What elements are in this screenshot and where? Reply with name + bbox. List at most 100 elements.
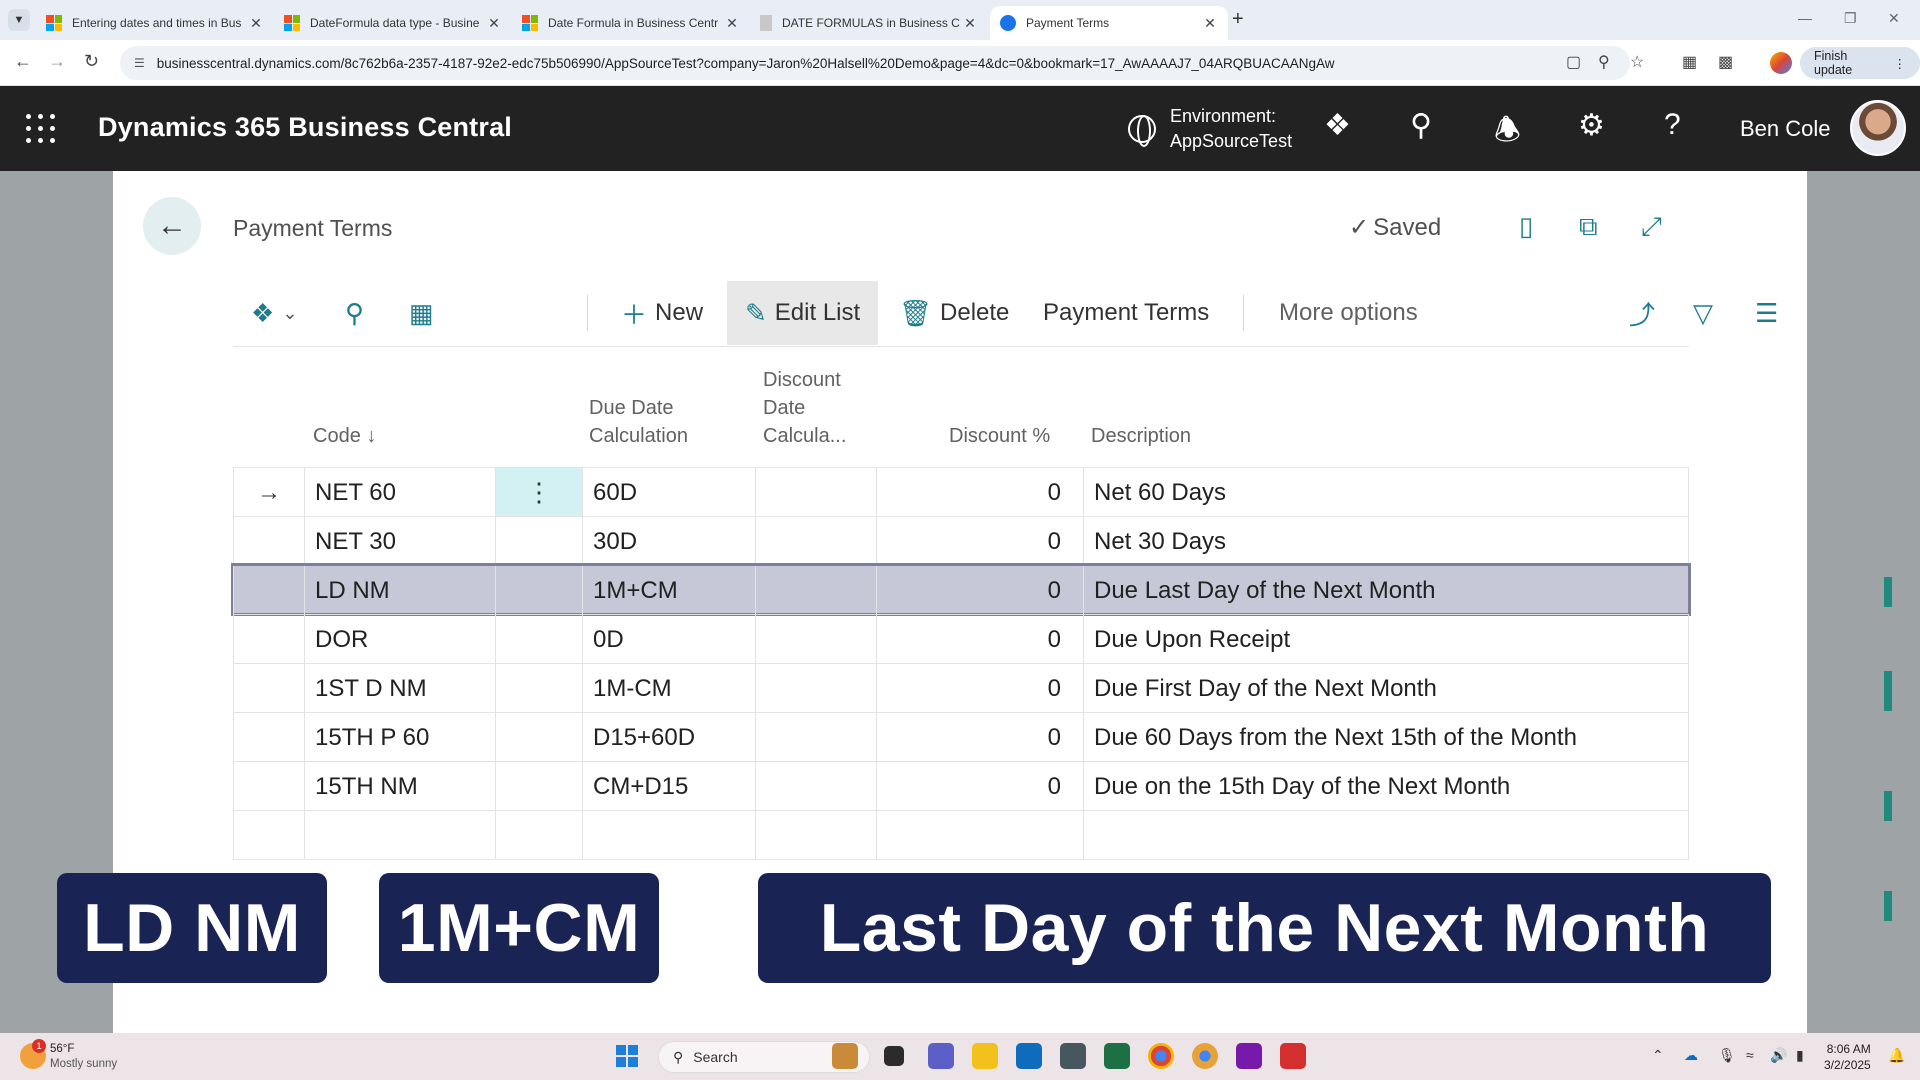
tray-chevron-icon[interactable]: ⌃ [1652,1047,1664,1064]
column-header-due-date-calculation[interactable]: Due Date Calculation [589,394,688,450]
cell-discount-pct[interactable]: 0 [876,664,1083,713]
cell-discount-pct[interactable]: 0 [876,566,1083,615]
bookmark-icon[interactable]: ▯ [1519,211,1533,242]
browser-tab[interactable]: Entering dates and times in Bus ✕ [36,6,274,40]
edit-list-button[interactable]: ✎ Edit List [727,281,879,345]
cell-code[interactable]: 15TH NM [304,762,495,811]
cell-discount-pct[interactable]: 0 [876,713,1083,762]
wifi-icon[interactable]: ≈ [1746,1047,1754,1063]
close-tab-icon[interactable]: ✕ [1202,15,1218,32]
table-row[interactable]: NET 30 30D 0 Net 30 Days [233,516,1689,566]
back-nav-icon[interactable]: ← [14,51,32,72]
expand-icon[interactable]: ⤢ [1641,211,1662,243]
windows-start-icon[interactable] [616,1045,638,1067]
cell-description[interactable]: Due Upon Receipt [1083,615,1689,664]
task-view-icon[interactable] [884,1046,904,1066]
cell-description[interactable]: Due on the 15th Day of the Next Month [1083,762,1689,811]
table-row[interactable]: 15TH P 60 D15+60D 0 Due 60 Days from the… [233,712,1689,762]
cell-discount-pct[interactable]: 0 [876,762,1083,811]
install-app-icon[interactable]: ▢ [1566,52,1581,72]
browser-tab[interactable]: DATE FORMULAS in Business C ✕ [750,6,988,40]
table-row[interactable]: DOR 0D 0 Due Upon Receipt [233,614,1689,664]
cell-discount-date[interactable] [755,664,876,713]
microphone-icon[interactable]: 🎙 [1718,1047,1736,1064]
cell-due-date[interactable]: 1M+CM [582,566,755,615]
cell-code[interactable]: 15TH P 60 [304,713,495,762]
column-header-discount-pct[interactable]: Discount % [949,422,1050,450]
browser-tab[interactable]: DateFormula data type - Busine ✕ [274,6,512,40]
bookmark-star-icon[interactable]: ☆ [1630,52,1644,72]
excel-icon[interactable] [1104,1043,1130,1069]
onedrive-icon[interactable]: ☁ [1684,1047,1698,1064]
tab-list-button[interactable]: ▼ [8,9,30,31]
briefcase-icon[interactable] [832,1043,858,1069]
list-view-button[interactable]: ☰ [1755,281,1786,345]
cell-description[interactable]: Due First Day of the Next Month [1083,664,1689,713]
snagit-icon[interactable] [1280,1043,1306,1069]
cell-discount-date[interactable] [755,811,876,860]
cell-due-date[interactable]: 60D [582,468,755,517]
app-launcher-icon[interactable] [26,114,56,144]
zoom-icon[interactable]: ⚲ [1598,52,1610,72]
cell-description[interactable]: Net 60 Days [1083,468,1689,517]
cell-due-date[interactable]: 1M-CM [582,664,755,713]
minimize-icon[interactable]: — [1798,10,1812,26]
cell-code[interactable]: 1ST D NM [304,664,495,713]
cell-description[interactable]: Due Last Day of the Next Month [1083,566,1689,615]
cell-discount-date[interactable] [755,566,876,615]
cell-due-date[interactable] [582,811,755,860]
extension-icon[interactable]: ▦ [1682,52,1697,72]
cell-code[interactable]: DOR [304,615,495,664]
cell-discount-date[interactable] [755,468,876,517]
profile-avatar[interactable] [1770,52,1792,74]
payment-terms-action[interactable]: Payment Terms [1043,281,1209,345]
site-info-icon[interactable]: ☰ [134,56,145,70]
cell-due-date[interactable]: D15+60D [582,713,755,762]
reload-icon[interactable]: ↻ [84,51,99,72]
outlook-icon[interactable] [1016,1043,1042,1069]
cell-code[interactable] [304,811,495,860]
cell-discount-date[interactable] [755,762,876,811]
forward-nav-icon[interactable]: → [48,51,66,72]
notification-bell-icon[interactable]: 🕭 [1494,108,1521,159]
cell-due-date[interactable]: 30D [582,517,755,566]
cell-discount-date[interactable] [755,615,876,664]
user-name[interactable]: Ben Cole [1740,116,1831,142]
settings-gear-icon[interactable]: ⚙ [1578,108,1605,143]
cell-discount-pct[interactable]: 0 [876,615,1083,664]
cell-due-date[interactable]: 0D [582,615,755,664]
more-options-button[interactable]: More options [1279,281,1418,345]
volume-icon[interactable]: 🔊 [1770,1047,1787,1064]
delete-button[interactable]: 🗑 Delete [899,281,1009,345]
finish-update-button[interactable]: Finish update ⋮ [1800,47,1920,79]
row-actions-kebab-icon[interactable]: ⋮ [495,468,582,517]
notifications-icon[interactable]: 🔔 [1888,1047,1905,1064]
cell-discount-pct[interactable]: 0 [876,468,1083,517]
puzzle-icon[interactable]: ▩ [1718,52,1733,72]
close-tab-icon[interactable]: ✕ [486,15,502,32]
table-row[interactable]: 1ST D NM 1M-CM 0 Due First Day of the Ne… [233,663,1689,713]
cell-discount-pct[interactable] [876,811,1083,860]
column-header-discount-date-calculation[interactable]: Discount Date Calcula... [763,366,846,450]
environment-indicator[interactable]: Environment: AppSourceTest [1128,104,1292,154]
table-row-selected[interactable]: LD NM 1M+CM 0 Due Last Day of the Next M… [231,563,1691,616]
search-list-button[interactable]: ⚲ [345,281,372,345]
open-new-window-icon[interactable]: ⧉ [1579,211,1598,243]
table-row[interactable]: 15TH NM CM+D15 0 Due on the 15th Day of … [233,761,1689,811]
calculator-icon[interactable] [1060,1043,1086,1069]
browser-tab[interactable]: Date Formula in Business Centr ✕ [512,6,750,40]
battery-icon[interactable]: ▮ [1796,1047,1804,1064]
taskbar-clock[interactable]: 8:06 AM 3/2/2025 [1824,1041,1871,1073]
search-icon[interactable]: ⚲ [1410,108,1432,143]
address-bar[interactable]: ☰ businesscentral.dynamics.com/8c762b6a-… [120,46,1630,80]
close-window-icon[interactable]: ✕ [1888,10,1900,27]
table-row-empty[interactable] [233,810,1689,860]
new-tab-button[interactable]: + [1232,8,1244,31]
table-row[interactable]: → NET 60 ⋮ 60D 0 Net 60 Days [233,467,1689,517]
copilot-icon[interactable]: ❖ [1324,108,1351,143]
user-avatar[interactable] [1850,100,1906,156]
restore-icon[interactable]: ❐ [1844,10,1857,27]
cell-description[interactable] [1083,811,1689,860]
file-explorer-icon[interactable] [972,1043,998,1069]
browser-tab-active[interactable]: Payment Terms ✕ [990,6,1228,40]
